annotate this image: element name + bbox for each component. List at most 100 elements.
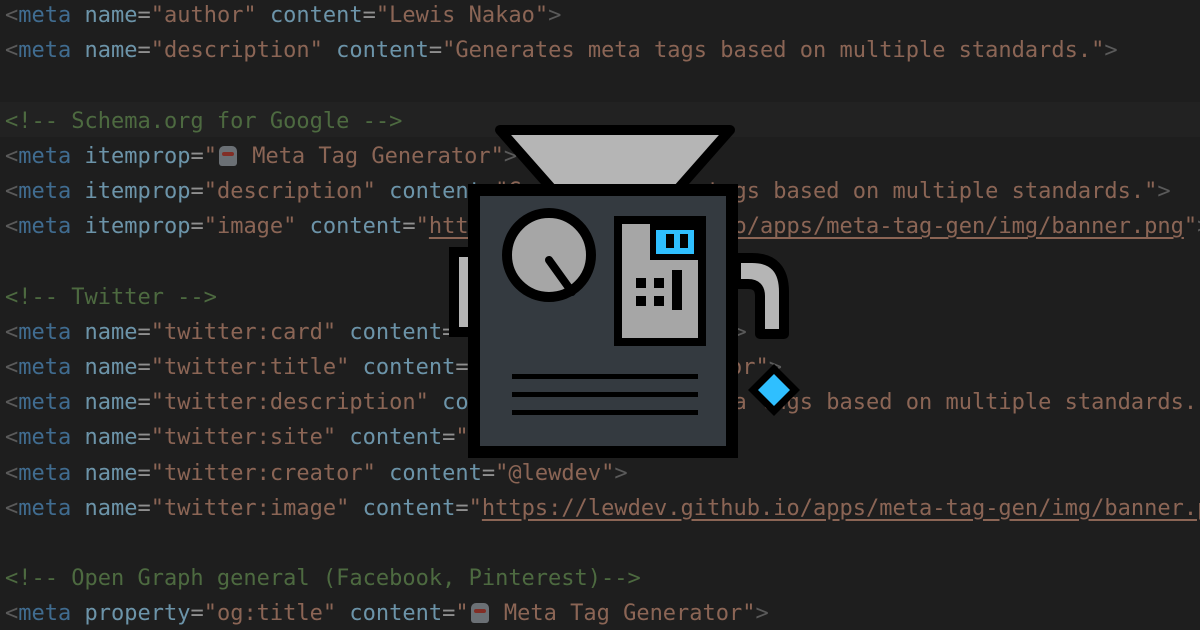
code-token-tag: meta xyxy=(18,425,72,451)
code-token-sp xyxy=(349,355,362,380)
code-token-attr: name xyxy=(84,355,138,380)
code-token-str: "image" xyxy=(203,214,297,240)
code-token-sp xyxy=(71,3,84,28)
code-token-eq: = xyxy=(190,179,204,204)
code-token-sp xyxy=(323,38,336,63)
code-token-bracket: < xyxy=(5,214,19,240)
code-token-bracket: < xyxy=(5,460,19,486)
code-token-tag: meta xyxy=(18,319,72,345)
document-panel xyxy=(614,216,706,346)
code-line: <!-- Open Graph general (Facebook, Pinte… xyxy=(5,561,641,596)
code-token-bracket: > xyxy=(1104,38,1118,64)
code-token-tag: meta xyxy=(18,495,72,521)
code-line: <meta name="twitter:image" content="http… xyxy=(5,491,1200,526)
code-token-tag: meta xyxy=(18,390,72,416)
code-token-attr: itemprop xyxy=(84,214,191,240)
code-token-sp xyxy=(71,496,84,521)
code-token-sp xyxy=(71,461,84,486)
code-token-bracket: < xyxy=(5,38,19,64)
code-token-attr: name xyxy=(84,38,138,64)
code-token-bracket: < xyxy=(5,355,19,380)
code-token-attr: name xyxy=(84,460,138,486)
code-token-attr: content xyxy=(362,495,456,521)
code-token-tag: meta xyxy=(18,355,72,380)
code-token-comment: <!-- Twitter --> xyxy=(5,284,217,310)
logo xyxy=(440,120,840,480)
code-line: <!-- Twitter --> xyxy=(5,280,217,315)
code-line: <meta name="description" content="Genera… xyxy=(5,33,1118,68)
code-token-tag: meta xyxy=(18,143,72,169)
code-token-tag: meta xyxy=(18,601,72,627)
code-token-eq: = xyxy=(137,460,151,486)
code-token-sp xyxy=(71,320,84,345)
code-token-str: Meta Tag Generator" xyxy=(490,601,756,627)
code-token-bracket: < xyxy=(5,390,19,416)
code-token-str: "author" xyxy=(150,3,257,28)
code-token-tag: meta xyxy=(18,214,72,240)
code-token-tag: meta xyxy=(18,3,72,28)
code-token-bracket: < xyxy=(5,3,19,28)
code-token-attr: name xyxy=(84,495,138,521)
code-token-eq: = xyxy=(137,319,151,345)
code-token-attr: content xyxy=(349,601,443,627)
code-token-tag: meta xyxy=(18,460,72,486)
code-token-eq: = xyxy=(190,143,204,169)
code-token-str: "twitter:description" xyxy=(150,390,429,416)
code-token-eq: = xyxy=(137,38,151,64)
code-token-sp xyxy=(71,390,84,415)
code-token-sp xyxy=(349,496,362,521)
code-token-bracket: > xyxy=(548,3,562,28)
code-token-eq: = xyxy=(137,495,151,521)
meta-tag-generator-machine-icon xyxy=(449,125,800,458)
code-token-attr: itemprop xyxy=(84,143,191,169)
diamond-icon xyxy=(748,364,800,416)
code-token-sp xyxy=(71,355,84,380)
code-token-eq: = xyxy=(137,3,151,28)
code-token-str: " xyxy=(203,143,217,169)
code-token-sp xyxy=(336,425,349,450)
code-token-bracket: < xyxy=(5,601,19,627)
code-token-attr: content xyxy=(309,214,403,240)
code-token-eq: = xyxy=(362,3,376,28)
code-token-str: "twitter:creator" xyxy=(150,460,376,486)
code-token-attr: name xyxy=(84,425,138,451)
gauge-dial-icon xyxy=(502,208,596,302)
code-token-attr: name xyxy=(84,3,138,28)
code-token-attr: content xyxy=(336,38,429,64)
code-token-sp xyxy=(71,179,84,204)
code-token-str: " xyxy=(1183,214,1198,240)
code-line: <meta property="og:title" content=" Meta… xyxy=(5,596,769,630)
code-token-str: "description" xyxy=(203,179,376,204)
code-token-attr: content xyxy=(349,319,443,345)
code-token-bracket: < xyxy=(5,319,19,345)
code-token-eq: = xyxy=(190,601,204,627)
code-token-str: "description" xyxy=(150,38,323,64)
robot-emoji-icon xyxy=(218,145,237,166)
code-token-sp xyxy=(257,3,270,28)
code-token-str: " xyxy=(455,601,469,627)
code-token-bracket: > xyxy=(1157,179,1171,204)
robot-emoji-icon xyxy=(470,603,489,624)
code-token-str: "twitter:image" xyxy=(150,495,350,521)
code-token-sp xyxy=(376,461,389,486)
code-token-str: "og:title" xyxy=(203,601,337,627)
code-token-eq: = xyxy=(190,214,204,240)
code-token-attr: property xyxy=(84,601,191,627)
code-token-sp xyxy=(71,214,84,239)
code-token-attr: name xyxy=(84,319,138,345)
code-token-tag: meta xyxy=(18,179,72,204)
code-token-link[interactable]: https://lewdev.github.io/apps/meta-tag-g… xyxy=(482,496,1200,521)
code-token-attr: name xyxy=(84,390,138,416)
output-line xyxy=(512,410,698,415)
code-token-bracket: < xyxy=(5,143,19,169)
code-token-sp xyxy=(336,601,349,626)
code-line: <!-- Schema.org for Google --> xyxy=(5,104,402,139)
code-token-sp xyxy=(296,214,309,239)
code-token-comment: <!-- Schema.org for Google --> xyxy=(5,108,403,134)
code-token-str: " xyxy=(468,495,482,521)
code-line: <meta name="author" content="Lewis Nakao… xyxy=(5,0,561,33)
code-token-eq: = xyxy=(442,601,456,627)
code-token-bracket: > xyxy=(755,601,769,627)
code-token-tag: meta xyxy=(18,38,72,64)
code-token-attr: content xyxy=(349,425,443,451)
